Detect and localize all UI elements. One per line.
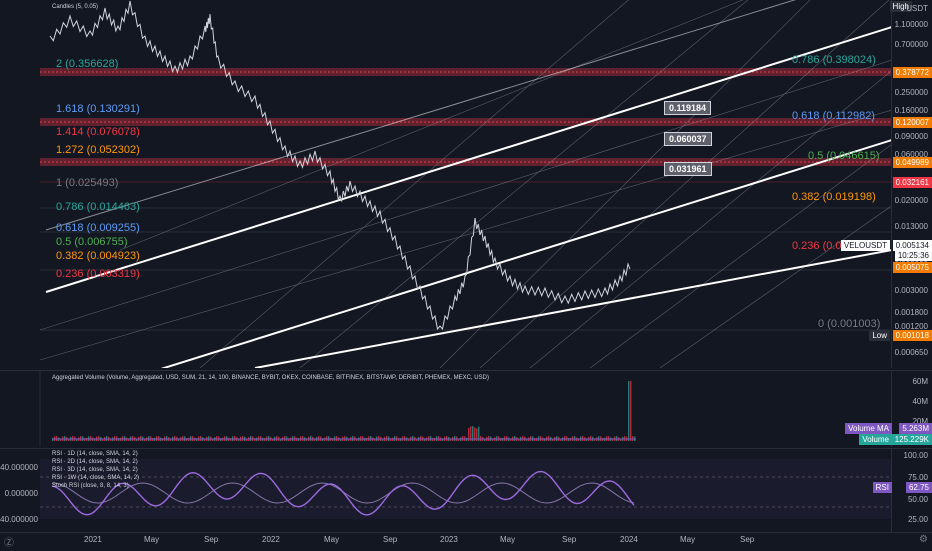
- channel-middle-line[interactable]: [46, 139, 892, 368]
- fib-left-label-6: 0.618 (0.009255): [56, 222, 140, 234]
- time-label-9: 2024: [620, 535, 638, 544]
- vol-tick-40: 40M: [912, 397, 928, 406]
- tag-0378: 0.378772: [892, 67, 932, 78]
- fib-left-label-3: 1.272 (0.052302): [56, 144, 140, 156]
- settings-icon[interactable]: ⚙: [919, 534, 928, 545]
- price-tick-11: 0.003000: [894, 286, 928, 295]
- fib-left-label-9: 0.236 (0.003319): [56, 268, 140, 280]
- price-tick-1: 0.700000: [894, 40, 928, 49]
- volume-value: 125.229K: [891, 434, 932, 445]
- rsi-left-tick-40: 40.000000: [0, 463, 38, 472]
- time-label-1: May: [144, 535, 160, 544]
- rsi-tick-100: 100.00: [903, 451, 928, 460]
- time-label-3: 2022: [262, 535, 280, 544]
- price-tick-14: 0.000650: [894, 348, 928, 357]
- volume-pane[interactable]: Aggregated Volume (Volume, Aggregated, U…: [0, 370, 932, 447]
- price-tick-0: 1.100000: [894, 20, 928, 29]
- volume-ma-value: 5.263M: [899, 423, 932, 434]
- price-axis[interactable]: High USDT 1.1000000.7000000.3700000.2500…: [889, 0, 932, 368]
- rsi-tick-50: 50.00: [907, 495, 928, 504]
- tag-0032: 0.032161: [892, 177, 932, 188]
- low-label: Low: [869, 330, 890, 341]
- tag-0001: 0.001018: [892, 330, 932, 341]
- tag-0005: 0.005075: [892, 262, 932, 273]
- price-tick-3: 0.250000: [894, 88, 928, 97]
- time-label-5: Sep: [383, 535, 398, 544]
- rsi-value: 62.75: [905, 482, 932, 493]
- timezone-icon[interactable]: Ⓩ: [4, 534, 14, 549]
- volume-canvas: [39, 371, 636, 447]
- time-label-6: 2023: [440, 535, 458, 544]
- price-tick-5: 0.090000: [894, 132, 928, 141]
- rsi-left-axis: 40.000000 0.000000 -40.000000: [0, 449, 40, 533]
- fib-right-label-1: 0.618 (0.112982): [792, 110, 875, 122]
- fib-right-label-4: 0.236 (0.0: [792, 240, 842, 252]
- fib-right-label-0: 0.786 (0.398024): [792, 54, 876, 66]
- fib-right-label-3: 0.382 (0.019198): [792, 191, 876, 203]
- fib-left-label-4: 1 (0.025493): [56, 177, 119, 189]
- rsi-title-3: RSI · 1W (14, close, SMA, 14, 2): [52, 475, 140, 481]
- price-box-2[interactable]: 0.060037: [664, 132, 712, 146]
- time-label-4: May: [324, 535, 340, 544]
- price-tick-9: 0.013000: [894, 222, 928, 231]
- vol-tick-60: 60M: [912, 377, 928, 386]
- time-label-10: May: [680, 535, 696, 544]
- time-label-11: Sep: [740, 535, 755, 544]
- currency-label: USDT: [906, 4, 928, 13]
- symbol-tag: VELOUSDT: [840, 240, 890, 251]
- price-box-1[interactable]: 0.119184: [664, 101, 712, 115]
- rsi-left-tick-0: 0.000000: [4, 489, 38, 498]
- rsi-title-4: Stoch RSI (close, 8, 8, 14, 3): [52, 483, 129, 489]
- rsi-pane[interactable]: RSI · 1D (14, close, SMA, 14, 2) RSI · 2D…: [0, 448, 932, 533]
- volume-ma-label: Volume MA: [845, 423, 892, 434]
- fib-left-label-1: 1.618 (0.130291): [56, 103, 140, 115]
- fib-left-label-5: 0.786 (0.014463): [56, 201, 140, 213]
- price-tick-4: 0.160000: [894, 106, 928, 115]
- fib-left-label-2: 1.414 (0.076078): [56, 126, 140, 138]
- fib-right-label-2: 0.5 (0.046615): [808, 150, 880, 162]
- time-label-2: Sep: [204, 535, 219, 544]
- rsi-tick-25: 25.00: [907, 515, 928, 524]
- rsi-tick-75: 75.00: [907, 473, 928, 482]
- rsi-title-0: RSI · 1D (14, close, SMA, 14, 2): [52, 451, 138, 457]
- tag-0120: 0.120007: [892, 117, 932, 128]
- fib-left-label-0: 2 (0.356628): [56, 58, 119, 70]
- time-axis[interactable]: 2021 May Sep 2022 May Sep 2023 May Sep 2024 May Sep…: [0, 532, 932, 551]
- price-chart-pane[interactable]: Candles (5, 0.05) 2 (0.356628) 1.618 (0.1…: [0, 0, 932, 368]
- price-tick-8: 0.020000: [894, 196, 928, 205]
- price-chart-canvas[interactable]: [0, 0, 892, 368]
- time-label-0: 2021: [84, 535, 102, 544]
- rsi-left-tick-neg40: -40.000000: [0, 515, 38, 524]
- rsi-title-2: RSI · 3D (14, close, SMA, 14, 2): [52, 467, 138, 473]
- tag-countdown: 10:25:36: [894, 250, 932, 261]
- time-label-8: Sep: [562, 535, 577, 544]
- time-label-7: May: [500, 535, 516, 544]
- price-box-3[interactable]: 0.031961: [664, 162, 712, 176]
- price-tick-12: 0.001800: [894, 308, 928, 317]
- fib-fan-lines: [39, 0, 892, 368]
- rsi-label: RSI: [872, 482, 892, 493]
- volume-label: Volume: [859, 434, 892, 445]
- indicator-title: Candles (5, 0.05): [52, 4, 99, 10]
- fib-right-label-5: 0 (0.001003): [818, 318, 881, 330]
- fib-left-label-8: 0.382 (0.004923): [56, 250, 140, 262]
- fib-left-label-7: 0.5 (0.006755): [56, 236, 128, 248]
- rsi-title-1: RSI · 2D (14, close, SMA, 14, 2): [52, 459, 138, 465]
- tag-0049: 0.049989: [892, 157, 932, 168]
